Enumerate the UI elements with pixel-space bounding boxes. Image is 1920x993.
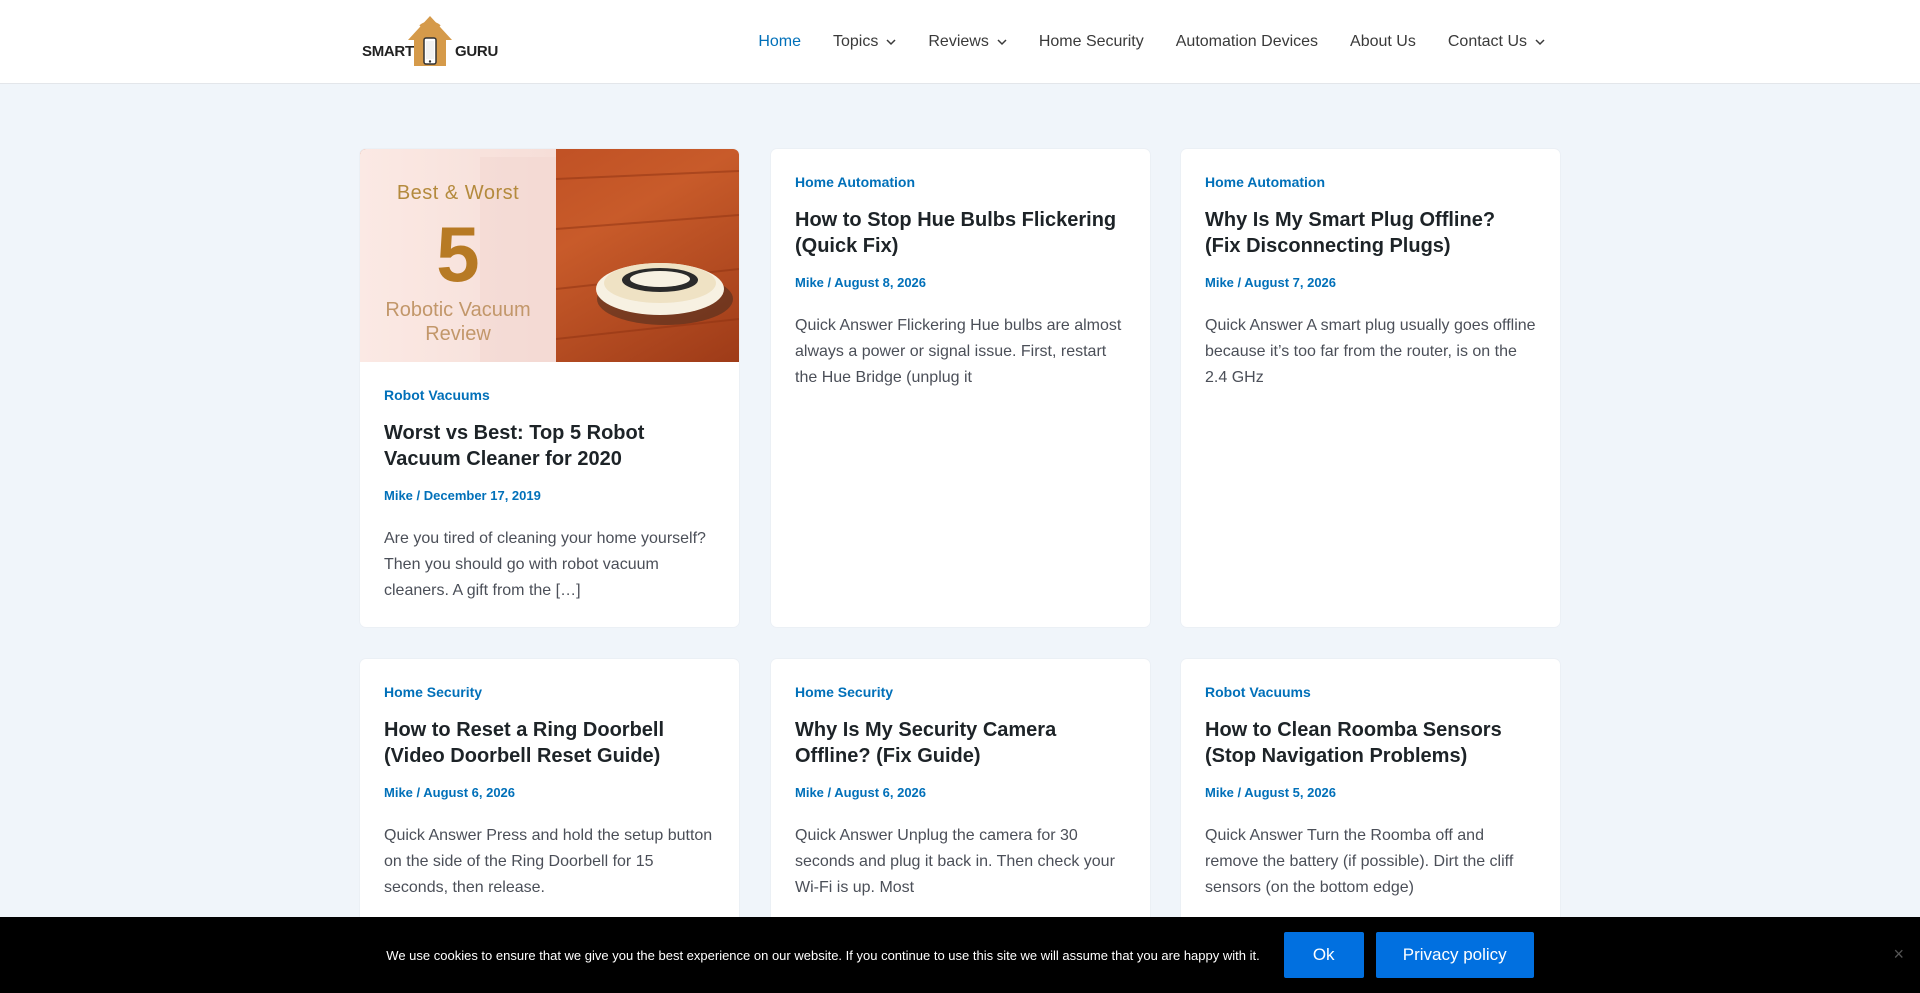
post-category[interactable]: Robot Vacuums xyxy=(384,386,715,404)
nav-item-about-us[interactable]: About Us xyxy=(1350,33,1416,51)
post-date[interactable]: August 8, 2026 xyxy=(834,275,926,290)
post-excerpt: Quick Answer Turn the Roomba off and rem… xyxy=(1205,827,1514,896)
meta-separator: / xyxy=(1233,785,1245,800)
post-date[interactable]: August 6, 2026 xyxy=(834,785,926,800)
post-title[interactable]: How to Stop Hue Bulbs Flickering (Quick … xyxy=(795,207,1126,259)
post-card: Best & Worst 5 Robotic Vacuum Review Rob… xyxy=(360,149,739,627)
post-date[interactable]: August 6, 2026 xyxy=(423,785,515,800)
nav-item-label: Home Security xyxy=(1038,33,1144,50)
post-excerpt: Are you tired of cleaning your home your… xyxy=(384,530,706,599)
privacy-policy-button[interactable]: Privacy policy xyxy=(1375,932,1534,978)
post-meta: Mike / August 8, 2026 xyxy=(795,275,1126,291)
logo-text-guru: GURU xyxy=(455,43,498,60)
post-title[interactable]: How to Reset a Ring Doorbell (Video Door… xyxy=(384,717,715,769)
nav-item-label: Topics xyxy=(833,33,879,50)
nav-item-label: About Us xyxy=(1350,33,1416,50)
post-date[interactable]: August 7, 2026 xyxy=(1244,275,1336,290)
post-title[interactable]: How to Clean Roomba Sensors (Stop Naviga… xyxy=(1205,717,1536,769)
post-date[interactable]: December 17, 2019 xyxy=(424,488,541,503)
cookie-notice-text: We use cookies to ensure that we give yo… xyxy=(386,947,1260,963)
main-nav: Home Topics Reviews Home Security Automa… xyxy=(726,0,1545,84)
site-header: SMART GURU Home Topics Reviews Home Secu… xyxy=(0,0,1920,84)
nav-item-label: Automation Devices xyxy=(1175,33,1319,50)
nav-item-home-security[interactable]: Home Security xyxy=(1039,33,1144,51)
post-author[interactable]: Mike xyxy=(795,275,824,290)
nav-item-reviews[interactable]: Reviews xyxy=(928,33,1007,51)
chevron-down-icon xyxy=(1535,38,1545,45)
close-icon[interactable]: × xyxy=(1893,945,1904,963)
chevron-down-icon xyxy=(886,38,896,45)
nav-item-label: Contact Us xyxy=(1447,33,1527,50)
meta-separator: / xyxy=(412,785,424,800)
meta-separator: / xyxy=(823,275,835,290)
post-card: Home Automation Why Is My Smart Plug Off… xyxy=(1181,149,1560,627)
post-category[interactable]: Home Automation xyxy=(1205,173,1536,191)
post-excerpt: Quick Answer Unplug the camera for 30 se… xyxy=(795,827,1115,896)
nav-item-topics[interactable]: Topics xyxy=(833,33,896,51)
post-card: Home Security How to Reset a Ring Doorbe… xyxy=(360,659,739,959)
post-excerpt: Quick Answer A smart plug usually goes o… xyxy=(1205,317,1536,386)
thumbnail-text-1: Best & Worst xyxy=(396,182,520,204)
post-title[interactable]: Why Is My Smart Plug Offline? (Fix Disco… xyxy=(1205,207,1536,259)
nav-item-automation-devices[interactable]: Automation Devices xyxy=(1176,33,1318,51)
post-meta: Mike / August 6, 2026 xyxy=(384,785,715,801)
post-card: Home Security Why Is My Security Camera … xyxy=(771,659,1150,959)
nav-item-contact-us[interactable]: Contact Us xyxy=(1448,33,1545,51)
post-meta: Mike / August 6, 2026 xyxy=(795,785,1126,801)
nav-item-home[interactable]: Home xyxy=(758,33,801,51)
post-excerpt: Quick Answer Flickering Hue bulbs are al… xyxy=(795,317,1122,386)
nav-item-label: Home xyxy=(758,33,801,50)
chevron-down-icon xyxy=(997,38,1007,45)
post-author[interactable]: Mike xyxy=(384,488,413,503)
post-meta: Mike / August 7, 2026 xyxy=(1205,275,1536,291)
post-category[interactable]: Home Security xyxy=(384,683,715,701)
site-logo[interactable]: SMART GURU xyxy=(362,14,498,70)
post-category[interactable]: Home Automation xyxy=(795,173,1126,191)
meta-separator: / xyxy=(412,488,424,503)
post-author[interactable]: Mike xyxy=(1205,275,1234,290)
post-thumbnail[interactable]: Best & Worst 5 Robotic Vacuum Review xyxy=(360,149,739,362)
post-author[interactable]: Mike xyxy=(384,785,413,800)
cookie-notice-bar: We use cookies to ensure that we give yo… xyxy=(0,917,1920,993)
post-date[interactable]: August 5, 2026 xyxy=(1244,785,1336,800)
post-category[interactable]: Home Security xyxy=(795,683,1126,701)
post-card: Home Automation How to Stop Hue Bulbs Fl… xyxy=(771,149,1150,627)
post-card: Robot Vacuums How to Clean Roomba Sensor… xyxy=(1181,659,1560,959)
post-meta: Mike / December 17, 2019 xyxy=(384,488,715,504)
post-title[interactable]: Why Is My Security Camera Offline? (Fix … xyxy=(795,717,1126,769)
nav-item-label: Reviews xyxy=(928,33,989,50)
cookie-ok-button[interactable]: Ok xyxy=(1283,932,1364,978)
post-excerpt: Quick Answer Press and hold the setup bu… xyxy=(384,827,713,896)
house-phone-icon xyxy=(408,16,452,66)
post-title[interactable]: Worst vs Best: Top 5 Robot Vacuum Cleane… xyxy=(384,420,715,472)
meta-separator: / xyxy=(823,785,835,800)
thumbnail-number: 5 xyxy=(436,210,480,298)
post-author[interactable]: Mike xyxy=(795,785,824,800)
post-meta: Mike / August 5, 2026 xyxy=(1205,785,1536,801)
thumbnail-text-2: Robotic Vacuum xyxy=(385,299,531,321)
post-category[interactable]: Robot Vacuums xyxy=(1205,683,1536,701)
post-author[interactable]: Mike xyxy=(1205,785,1234,800)
meta-separator: / xyxy=(1233,275,1245,290)
thumbnail-text-3: Review xyxy=(425,323,491,345)
